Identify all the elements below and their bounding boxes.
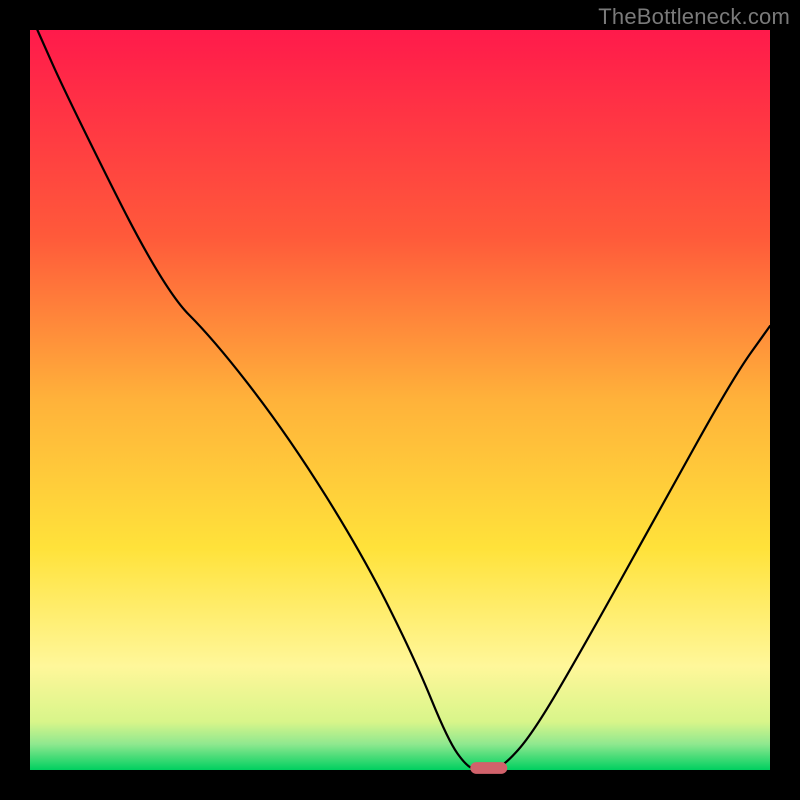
watermark-text: TheBottleneck.com [598, 4, 790, 30]
plot-background [30, 30, 770, 770]
optimal-range-marker [470, 762, 507, 774]
bottleneck-chart: TheBottleneck.com [0, 0, 800, 800]
chart-canvas [0, 0, 800, 800]
